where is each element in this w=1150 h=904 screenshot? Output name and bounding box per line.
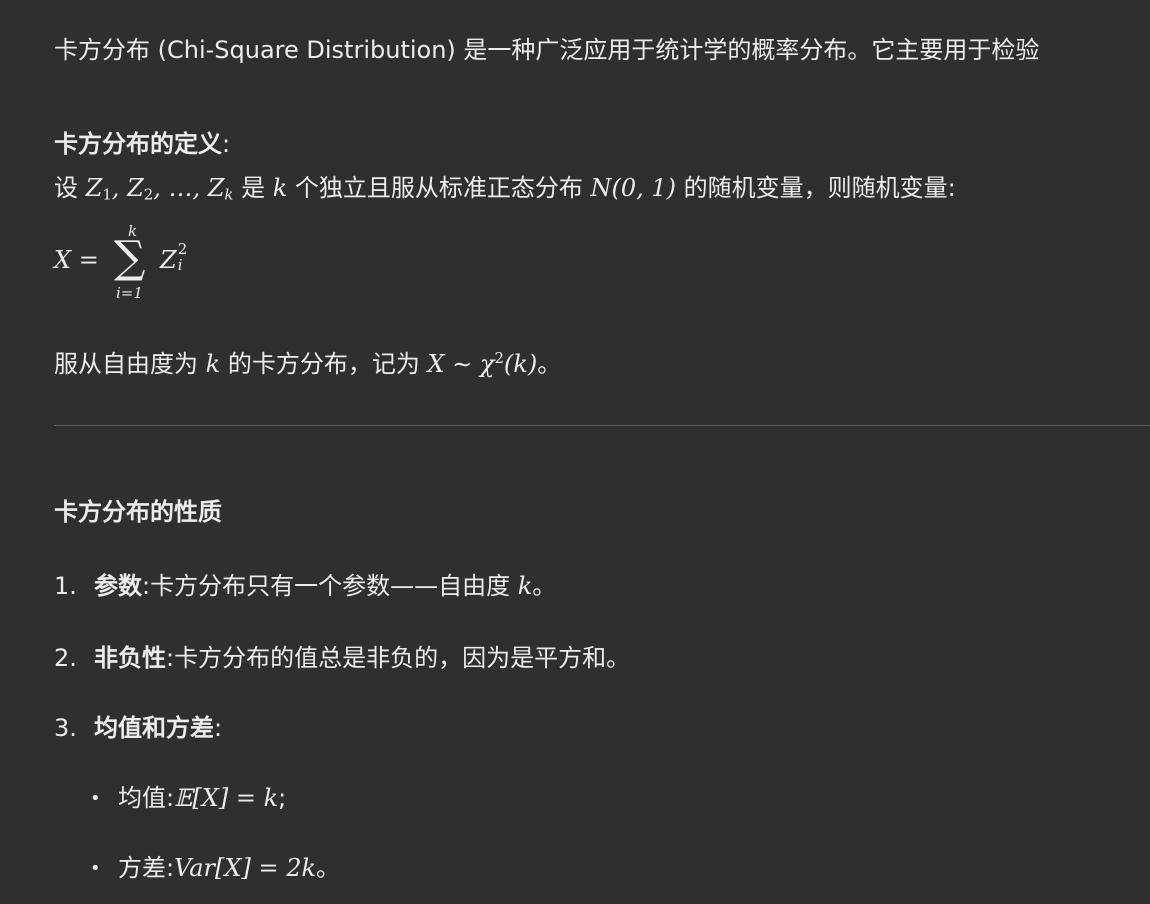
definition-line-1: 设 Z1, Z2, …, Zk 是 k 个独立且服从标准正态分布 N(0, 1)… <box>54 172 956 211</box>
def2-mid: 的卡方分布，记为 <box>220 349 428 378</box>
def2-end: 。 <box>537 349 562 378</box>
expectation-symbol: 𝔼 <box>174 784 193 812</box>
property-2-number: 2. <box>54 644 77 672</box>
bullet-mean-label: 均值: <box>118 784 175 812</box>
def2-prefix: 服从自由度为 <box>54 349 206 378</box>
property-2-text: 卡方分布的值总是非负的，因为是平方和。 <box>174 644 631 672</box>
var-z1: Z1 <box>85 174 112 204</box>
property-3-number: 3. <box>54 714 77 742</box>
property-item-2: 2. 非负性:卡方分布的值总是非负的，因为是平方和。 <box>54 642 630 674</box>
bullet-mean-dot: • <box>90 788 101 809</box>
property-item-1: 1. 参数:卡方分布只有一个参数——自由度 k。 <box>54 570 556 602</box>
property-1-label: 参数 <box>94 572 142 600</box>
property-1-text: 卡方分布只有一个参数——自由度 <box>150 572 518 600</box>
property-2-label: 非负性 <box>94 644 166 672</box>
var-k-2: k <box>205 349 221 378</box>
definition-line-2: 服从自由度为 k 的卡方分布，记为 X ∼ χ2(k)。 <box>54 342 561 380</box>
bullet-mean-end: ; <box>278 784 287 812</box>
var-k-1: k <box>272 174 288 202</box>
property-1-number: 1. <box>54 572 77 600</box>
bullet-variance-math: [X] = 2k <box>215 854 317 882</box>
chi-square-notation: X ∼ χ2(k) <box>427 349 538 378</box>
property-1-end: 。 <box>532 572 557 600</box>
bullet-variance-label: 方差: <box>118 854 175 882</box>
intro-text: 卡方分布 (Chi-Square Distribution) 是一种广泛应用于统… <box>54 36 1040 64</box>
def-mid-2: 个独立且服从标准正态分布 <box>287 174 591 202</box>
section-divider <box>54 425 1150 426</box>
definition-heading-colon: : <box>222 130 231 158</box>
def-mid-1: 是 <box>233 174 273 202</box>
bullet-mean: 均值:𝔼[X] = k; <box>118 782 286 814</box>
properties-heading: 卡方分布的性质 <box>54 498 222 526</box>
definition-heading-line: 卡方分布的定义: <box>54 128 230 160</box>
property-item-3: 3. 均值和方差: <box>54 712 222 744</box>
formula-lhs: X = <box>54 246 99 274</box>
bullet-mean-math: [X] = k <box>192 784 279 812</box>
normal-notation: N(0, 1) <box>590 174 677 202</box>
property-2-colon: : <box>166 644 175 672</box>
var-zk: Zk <box>207 174 234 204</box>
bullet-variance: 方差:Var[X] = 2k。 <box>118 852 340 884</box>
def-prefix: 设 <box>54 174 86 202</box>
def-end: 的随机变量，则随机变量: <box>676 174 956 202</box>
intro-paragraph: 卡方分布 (Chi-Square Distribution) 是一种广泛应用于统… <box>54 34 1039 66</box>
variance-symbol: Var <box>174 854 216 882</box>
formula-term: Z2i <box>160 240 188 274</box>
bullet-variance-end: 。 <box>316 854 341 882</box>
property-1-math: k <box>517 572 533 600</box>
var-z2: Z2 <box>127 174 154 204</box>
property-3-colon: : <box>214 714 223 742</box>
formula-term-sub: i <box>177 256 183 274</box>
sigma-symbol: ∑ <box>114 232 146 283</box>
property-3-label: 均值和方差 <box>94 714 214 742</box>
bullet-variance-dot: • <box>90 858 101 879</box>
var-sep-2: , …, <box>153 174 208 202</box>
var-sep-1: , <box>111 174 128 202</box>
definition-heading: 卡方分布的定义 <box>54 130 222 158</box>
formula-lower-limit: i=1 <box>116 284 143 302</box>
property-1-colon: : <box>142 572 151 600</box>
